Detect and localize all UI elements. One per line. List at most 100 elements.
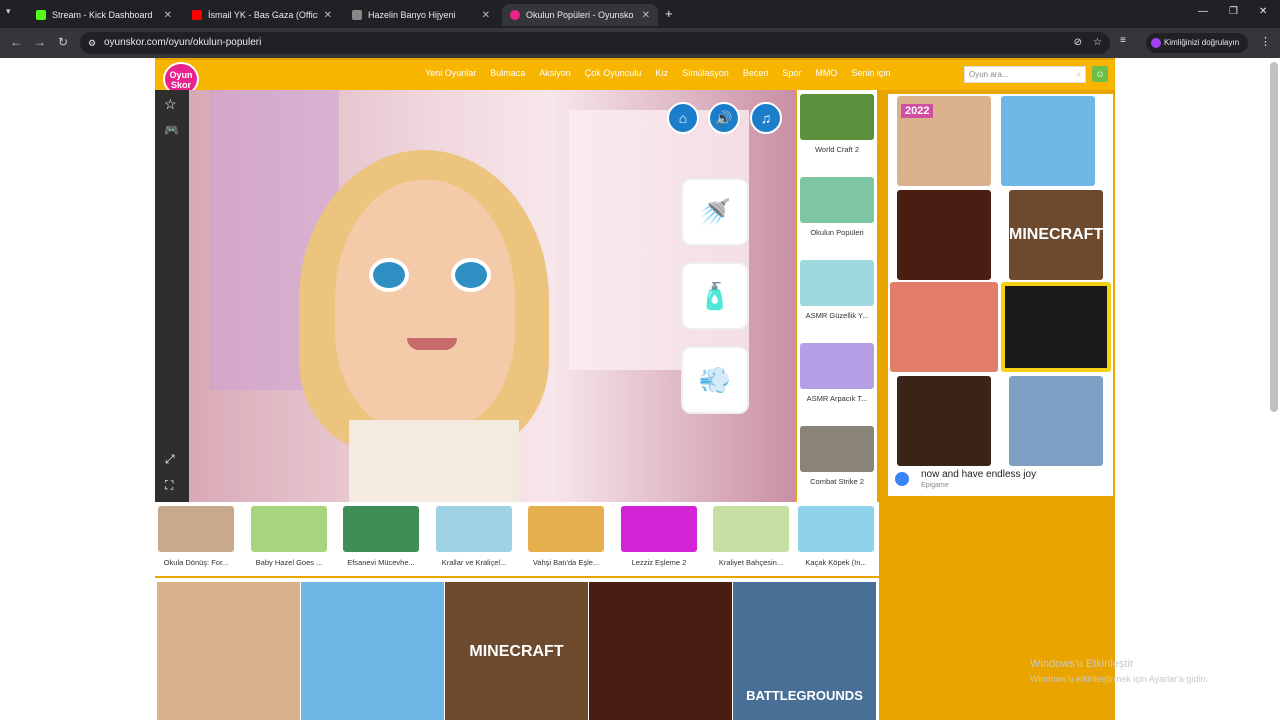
bottom-game-7[interactable]: Kraliyet Bahçesin... [713, 506, 789, 567]
tab-title: İsmail YK - Bas Gaza (Offici [208, 10, 318, 20]
ad-tile-climber[interactable] [1001, 96, 1095, 186]
game-thumb [713, 506, 789, 552]
reading-list-icon[interactable]: ≡ [1120, 35, 1126, 46]
bottom-game-1[interactable]: Okula Dönüş: For... [158, 506, 234, 567]
restore-button[interactable]: ❐ [1229, 6, 1238, 17]
tab-title: Hazelin Banyo Hijyeni [368, 10, 456, 20]
side-game-world-craft[interactable]: World Craft 2 [800, 94, 874, 154]
bottom-game-2[interactable]: Baby Hazel Goes ... [251, 506, 327, 567]
nav-spor[interactable]: Spor [782, 68, 801, 78]
game-label: Kraliyet Bahçesin... [718, 558, 784, 567]
minimize-button[interactable]: — [1198, 6, 1208, 17]
bottom-game-8[interactable]: Kaçak Köpek (In... [798, 506, 874, 567]
game-thumb [800, 94, 874, 140]
ad-tile-minecraft[interactable]: MINECRAFT [1009, 190, 1103, 280]
minecraft-label: MINECRAFT [1009, 226, 1104, 243]
ad-tile-brawl[interactable] [1001, 282, 1111, 372]
music-button[interactable]: ♫ [750, 102, 782, 134]
close-icon[interactable]: ✕ [324, 10, 332, 21]
bottom-game-6[interactable]: Lezziz Eşleme 2 [621, 506, 697, 567]
game-canvas[interactable]: ⌂ 🔊 ♫ 🚿 🧴 💨 [189, 90, 795, 502]
ad-tile-freddy[interactable] [897, 376, 991, 466]
star-icon[interactable]: ☆ [1093, 32, 1102, 54]
fullscreen-icon[interactable]: ⛶ [165, 478, 173, 493]
favorite-star-icon[interactable]: ☆ [164, 96, 177, 113]
gamepad-icon[interactable]: 🎮 [164, 123, 179, 137]
side-game-okulun-populeri[interactable]: Okulun Popüleri [800, 177, 874, 237]
nav-bulmaca[interactable]: Bulmaca [490, 68, 525, 78]
soap-tool[interactable]: 🧴 [681, 262, 749, 330]
url-text: oyunskor.com/oyun/okulun-populeri [104, 37, 262, 48]
search-icon[interactable]: ⌕ [1077, 67, 1081, 82]
ad-tile-fnaf[interactable] [897, 190, 991, 280]
profile-button[interactable]: Kimliğinizi doğrulayın [1146, 33, 1248, 53]
close-icon[interactable]: ✕ [164, 10, 172, 21]
left-eye [369, 258, 409, 292]
bottom-ad-pizza[interactable] [157, 582, 300, 720]
home-button[interactable]: ⌂ [667, 102, 699, 134]
logo-text: Oyun Skor [169, 70, 193, 90]
ad-text[interactable]: now and have endless joy [921, 469, 1036, 480]
bottom-ad-climber[interactable] [301, 582, 444, 720]
bottom-game-4[interactable]: Krallar ve Kraliçel... [436, 506, 512, 567]
tab-youtube[interactable]: İsmail YK - Bas Gaza (Offici ✕ [184, 4, 340, 26]
windows-activation-title: Windows'u Etkinleştir [1030, 658, 1134, 670]
tab-kick[interactable]: Stream - Kick Dashboard ✕ [28, 4, 180, 26]
forward-icon[interactable]: → [34, 35, 46, 49]
back-icon[interactable]: ← [10, 35, 22, 49]
tab-hazel[interactable]: Hazelin Banyo Hijyeni ✕ [344, 4, 498, 26]
reload-icon[interactable]: ↻ [58, 35, 68, 49]
ad-brand-icon [895, 472, 909, 486]
nav-beceri[interactable]: Beceri [743, 68, 769, 78]
bottom-ad-fnaf[interactable] [589, 582, 732, 720]
nav-kiz[interactable]: Kız [655, 68, 668, 78]
close-icon[interactable]: ✕ [642, 10, 650, 21]
nav-yeni-oyunlar[interactable]: Yeni Oyunlar [425, 68, 476, 78]
side-game-asmr-guzellik[interactable]: ASMR Güzellik Y... [800, 260, 874, 320]
tab-title: Okulun Popüleri - Oyunsko [526, 10, 634, 20]
tab-search-icon[interactable]: ▾ [6, 6, 11, 17]
tab-oyunskor[interactable]: Okulun Popüleri - Oyunsko ✕ [502, 4, 658, 26]
nav-simulasyon[interactable]: Simülasyon [682, 68, 729, 78]
ad-panel-bottom[interactable]: MINECRAFT BATTLEGROUNDS [155, 578, 879, 720]
close-icon[interactable]: ✕ [482, 10, 490, 21]
ad-panel-right[interactable]: 2022 MINECRAFT [888, 94, 1113, 496]
bottom-ad-minecraft[interactable]: MINECRAFT [445, 582, 588, 720]
bottom-game-5[interactable]: Vahşi Batı'da Eşle... [528, 506, 604, 567]
sound-button[interactable]: 🔊 [708, 102, 740, 134]
address-bar: ← → ↻ ⚙ oyunskor.com/oyun/okulun-populer… [0, 28, 1280, 58]
nav-cok-oyunculu[interactable]: Çok Oyunculu [585, 68, 642, 78]
page-scrollbar[interactable] [1270, 62, 1278, 412]
hairdryer-tool[interactable]: 💨 [681, 346, 749, 414]
tab-title: Stream - Kick Dashboard [52, 10, 153, 20]
oyunskor-icon [510, 10, 520, 20]
eye-off-icon[interactable]: ⊘ [1074, 32, 1082, 54]
bottom-game-3[interactable]: Efsanevi Mücevhe... [343, 506, 419, 567]
nav-aksiyon[interactable]: Aksiyon [539, 68, 571, 78]
expand-icon[interactable]: ⤢ [165, 452, 175, 467]
related-games-row: Okula Dönüş: For... Baby Hazel Goes ... … [155, 502, 879, 576]
character-shirt [349, 420, 519, 502]
side-game-combat-strike[interactable]: Combat Strike 2 [800, 426, 874, 486]
ad-tile-pizza[interactable]: 2022 [897, 96, 991, 186]
bottom-ad-pubg[interactable]: BATTLEGROUNDS [733, 582, 876, 720]
menu-icon[interactable]: ⋮ [1260, 35, 1271, 48]
search-input[interactable]: Oyun ara... ⌕ [964, 66, 1086, 83]
close-window-button[interactable]: ✕ [1259, 6, 1267, 17]
user-icon[interactable]: ☺ [1092, 66, 1108, 82]
nav-mmo[interactable]: MMO [815, 68, 837, 78]
ad-tile-racing[interactable] [1009, 376, 1103, 466]
new-tab-button[interactable]: + [665, 6, 673, 21]
nav-senin-icin[interactable]: Senin için [851, 68, 890, 78]
ad-tile-eyebrow[interactable] [890, 282, 998, 372]
search-placeholder: Oyun ara... [969, 70, 1009, 79]
game-label: Baby Hazel Goes ... [255, 558, 323, 567]
windows-activation-text: Windows'u etkinleştirmek için Ayarlar'a … [1030, 674, 1208, 684]
shower-tool[interactable]: 🚿 [681, 178, 749, 246]
game-label: Efsanevi Mücevhe... [347, 558, 415, 567]
avatar [1151, 38, 1161, 48]
ad-sub: Epigame [921, 482, 949, 489]
side-game-asmr-arpacik[interactable]: ASMR Arpacık T... [800, 343, 874, 403]
url-field[interactable]: ⚙ oyunskor.com/oyun/okulun-populeri ⊘ ☆ [80, 32, 1110, 54]
site-info-icon[interactable]: ⚙ [88, 32, 96, 54]
